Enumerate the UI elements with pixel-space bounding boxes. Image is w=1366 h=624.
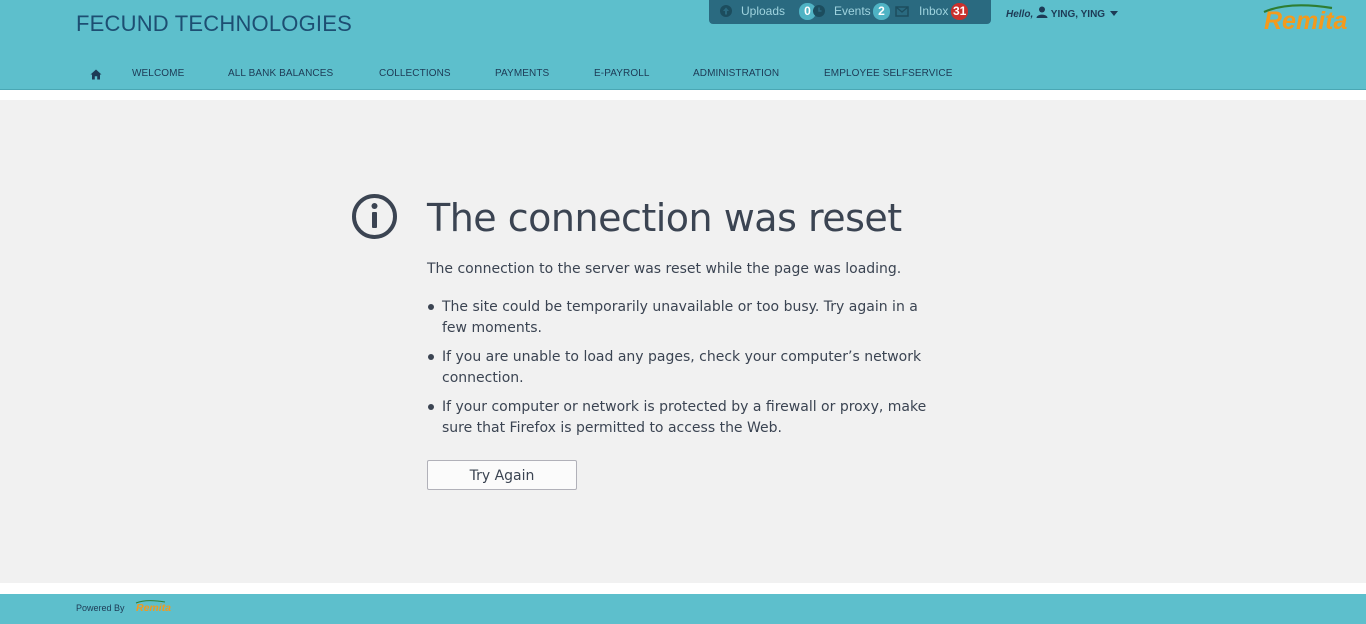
- nav-collections[interactable]: COLLECTIONS: [379, 68, 451, 79]
- error-title: The connection was reset: [427, 196, 902, 240]
- nav-e-payroll[interactable]: E-PAYROLL: [594, 68, 650, 79]
- brand-title[interactable]: FECUND TECHNOLOGIES: [76, 11, 352, 37]
- list-item: The site could be temporarily unavailabl…: [427, 297, 947, 339]
- events-label: Events: [834, 4, 871, 18]
- remita-footer-logo: Remita: [135, 599, 177, 614]
- nav-administration[interactable]: ADMINISTRATION: [693, 68, 779, 79]
- user-icon: [1036, 6, 1048, 18]
- uploads-label: Uploads: [741, 4, 786, 18]
- error-tips-list: The site could be temporarily unavailabl…: [427, 297, 947, 447]
- upload-icon: [719, 4, 733, 18]
- list-item: If your computer or network is protected…: [427, 397, 947, 439]
- bullet-icon: [428, 354, 434, 360]
- chevron-down-icon: [1110, 11, 1119, 16]
- inbox-count-badge: 31: [951, 3, 969, 20]
- tip-text: If your computer or network is protected…: [442, 399, 927, 436]
- nav-payments[interactable]: PAYMENTS: [495, 68, 549, 79]
- inbox-label: Inbox: [919, 4, 949, 18]
- user-menu[interactable]: Hello, YING, YING: [1006, 6, 1119, 20]
- greeting-text: Hello,: [1006, 9, 1034, 20]
- user-name: YING, YING: [1050, 9, 1106, 20]
- footer: Powered By Remita: [0, 594, 1366, 624]
- notification-bar: Uploads 0 Events 2 Inbox 31: [709, 0, 991, 24]
- remita-logo: Remita: [1262, 2, 1358, 35]
- tip-text: The site could be temporarily unavailabl…: [442, 299, 918, 336]
- info-icon: [351, 193, 398, 240]
- error-description: The connection to the server was reset w…: [427, 261, 902, 277]
- powered-by-text: Powered By: [76, 603, 125, 613]
- bullet-icon: [428, 304, 434, 310]
- bullet-icon: [428, 404, 434, 410]
- list-item: If you are unable to load any pages, che…: [427, 347, 947, 389]
- svg-text:Remita: Remita: [1264, 7, 1347, 34]
- nav-all-bank-balances[interactable]: ALL BANK BALANCES: [228, 68, 333, 79]
- nav-employee-selfservice[interactable]: EMPLOYEE SELFSERVICE: [824, 68, 953, 79]
- svg-text:Remita: Remita: [136, 602, 171, 613]
- top-header: FECUND TECHNOLOGIES Uploads 0 Events 2 I…: [0, 0, 1366, 90]
- main-nav: WELCOME ALL BANK BALANCES COLLECTIONS PA…: [0, 64, 1366, 84]
- nav-welcome[interactable]: WELCOME: [132, 68, 184, 79]
- clock-icon: [812, 4, 826, 18]
- events-count-badge: 2: [873, 3, 890, 20]
- try-again-button[interactable]: Try Again: [427, 460, 577, 490]
- tip-text: If you are unable to load any pages, che…: [442, 349, 922, 386]
- home-icon[interactable]: [90, 67, 102, 80]
- envelope-icon: [895, 4, 909, 18]
